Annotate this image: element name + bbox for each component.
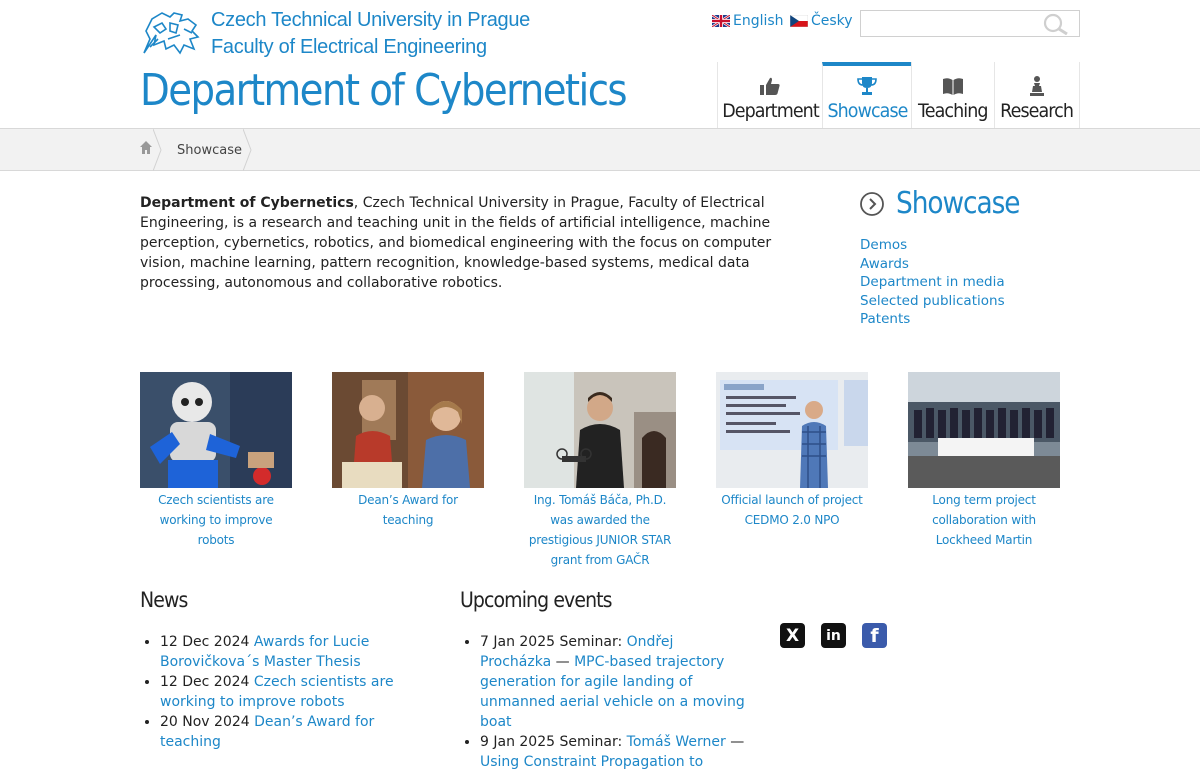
ctu-lion-logo-icon[interactable] — [140, 9, 202, 55]
tab-research-label[interactable]: Research — [1001, 100, 1075, 128]
tab-teaching-label[interactable]: Teaching — [918, 100, 988, 128]
news-item: 20 Nov 2024 Dean’s Award for teaching — [160, 712, 410, 752]
showcase-card[interactable]: Ing. Tomáš Báča, Ph.D. was awarded the p… — [524, 372, 676, 570]
lang-english-link[interactable]: English — [712, 13, 784, 29]
x-glyph: X — [785, 625, 800, 646]
uk-flag-icon — [712, 15, 730, 27]
card-caption[interactable]: Czech scientists are working to improve … — [140, 490, 292, 550]
tab-showcase[interactable]: Showcase — [822, 62, 912, 128]
lang-czech-link[interactable]: Česky — [790, 13, 853, 29]
event-dash: — — [730, 734, 745, 750]
showcase-card[interactable]: Long term project collaboration with Loc… — [908, 372, 1060, 550]
event-kind: Seminar: — [559, 634, 623, 650]
event-talk-link[interactable]: Using Constraint Propagation to — [480, 754, 703, 770]
event-item: 7 Jan 2025 Seminar: Ondřej Procházka — M… — [480, 632, 745, 732]
breadcrumb-current[interactable]: Showcase — [177, 143, 242, 158]
department-title[interactable]: Department of Cybernetics — [140, 62, 628, 120]
breadcrumb: Showcase — [0, 128, 1200, 171]
showcase-link-media[interactable]: Department in media — [860, 274, 1005, 290]
drone-researcher-photo[interactable] — [524, 372, 676, 488]
intro-paragraph: Department of Cybernetics, Czech Technic… — [140, 193, 820, 293]
main-nav: Department Showcase Teaching Research — [717, 62, 1080, 128]
search-icon[interactable] — [1043, 13, 1069, 35]
event-dash: — — [555, 654, 570, 670]
news-list: 12 Dec 2024 Awards for Lucie Borovičkova… — [140, 632, 410, 752]
card-caption[interactable]: Long term project collaboration with Loc… — [908, 490, 1060, 550]
tab-teaching[interactable]: Teaching — [911, 62, 995, 128]
search-input[interactable] — [867, 11, 1041, 36]
showcase-links: Demos Awards Department in media Selecte… — [860, 236, 1005, 329]
news-heading: News — [140, 588, 188, 612]
university-line[interactable]: Czech Technical University in Prague — [211, 7, 530, 34]
news-item: 12 Dec 2024 Awards for Lucie Borovičkova… — [160, 632, 410, 672]
award-photo[interactable] — [332, 372, 484, 488]
faculty-line[interactable]: Faculty of Electrical Engineering — [211, 34, 530, 61]
breadcrumb-separator-icon — [243, 129, 252, 171]
linkedin-icon[interactable]: in — [821, 623, 846, 648]
trophy-icon — [856, 74, 878, 98]
event-speaker-link[interactable]: Tomáš Werner — [627, 734, 726, 750]
chess-pawn-icon — [1028, 74, 1046, 98]
news-item: 12 Dec 2024 Czech scientists are working… — [160, 672, 410, 712]
facebook-icon[interactable]: f — [862, 623, 887, 648]
lang-czech-label[interactable]: Česky — [811, 13, 853, 29]
thumbs-up-icon — [759, 74, 781, 98]
showcase-card[interactable]: Official launch of project CEDMO 2.0 NPO — [716, 372, 868, 530]
card-caption[interactable]: Ing. Tomáš Báča, Ph.D. was awarded the p… — [524, 490, 676, 570]
czech-flag-icon — [790, 15, 808, 27]
facebook-glyph: f — [870, 624, 879, 647]
site-header: Czech Technical University in Prague Fac… — [0, 0, 1200, 128]
tab-department-label[interactable]: Department — [722, 100, 820, 128]
showcase-title: Showcase — [896, 186, 1021, 221]
social-links: X in f — [780, 623, 887, 648]
event-date: 7 Jan 2025 — [480, 634, 556, 650]
events-list: 7 Jan 2025 Seminar: Ondřej Procházka — M… — [460, 632, 745, 772]
showcase-link-awards[interactable]: Awards — [860, 256, 909, 272]
showcase-link-demos[interactable]: Demos — [860, 237, 907, 253]
event-kind: Seminar: — [559, 734, 623, 750]
search-box[interactable] — [860, 10, 1080, 37]
linkedin-glyph: in — [826, 627, 841, 644]
project-launch-photo[interactable] — [716, 372, 868, 488]
showcase-link-patents[interactable]: Patents — [860, 311, 910, 327]
x-icon[interactable]: X — [780, 623, 805, 648]
event-date: 9 Jan 2025 — [480, 734, 556, 750]
lang-english-label[interactable]: English — [733, 13, 784, 29]
showcase-card[interactable]: Dean’s Award for teaching — [332, 372, 484, 530]
lockheed-signing-photo[interactable] — [908, 372, 1060, 488]
tab-research[interactable]: Research — [994, 62, 1080, 128]
university-name[interactable]: Czech Technical University in Prague Fac… — [211, 7, 530, 61]
intro-bold: Department of Cybernetics — [140, 195, 354, 211]
robot-photo[interactable] — [140, 372, 292, 488]
card-caption[interactable]: Dean’s Award for teaching — [332, 490, 484, 530]
news-date: 12 Dec 2024 — [160, 634, 250, 650]
news-date: 20 Nov 2024 — [160, 714, 250, 730]
showcase-card[interactable]: Czech scientists are working to improve … — [140, 372, 292, 550]
showcase-link-publications[interactable]: Selected publications — [860, 293, 1005, 309]
card-caption[interactable]: Official launch of project CEDMO 2.0 NPO — [716, 490, 868, 530]
breadcrumb-separator-icon — [153, 129, 162, 171]
events-heading: Upcoming events — [460, 588, 613, 612]
news-date: 12 Dec 2024 — [160, 674, 250, 690]
home-icon[interactable] — [140, 141, 152, 154]
chevron-circle-right-icon — [860, 191, 884, 216]
book-icon — [942, 74, 964, 98]
showcase-heading: Showcase — [860, 186, 1036, 221]
event-item: 9 Jan 2025 Seminar: Tomáš Werner — Using… — [480, 732, 745, 772]
tab-department[interactable]: Department — [717, 62, 823, 128]
tab-showcase-label[interactable]: Showcase — [827, 100, 908, 128]
